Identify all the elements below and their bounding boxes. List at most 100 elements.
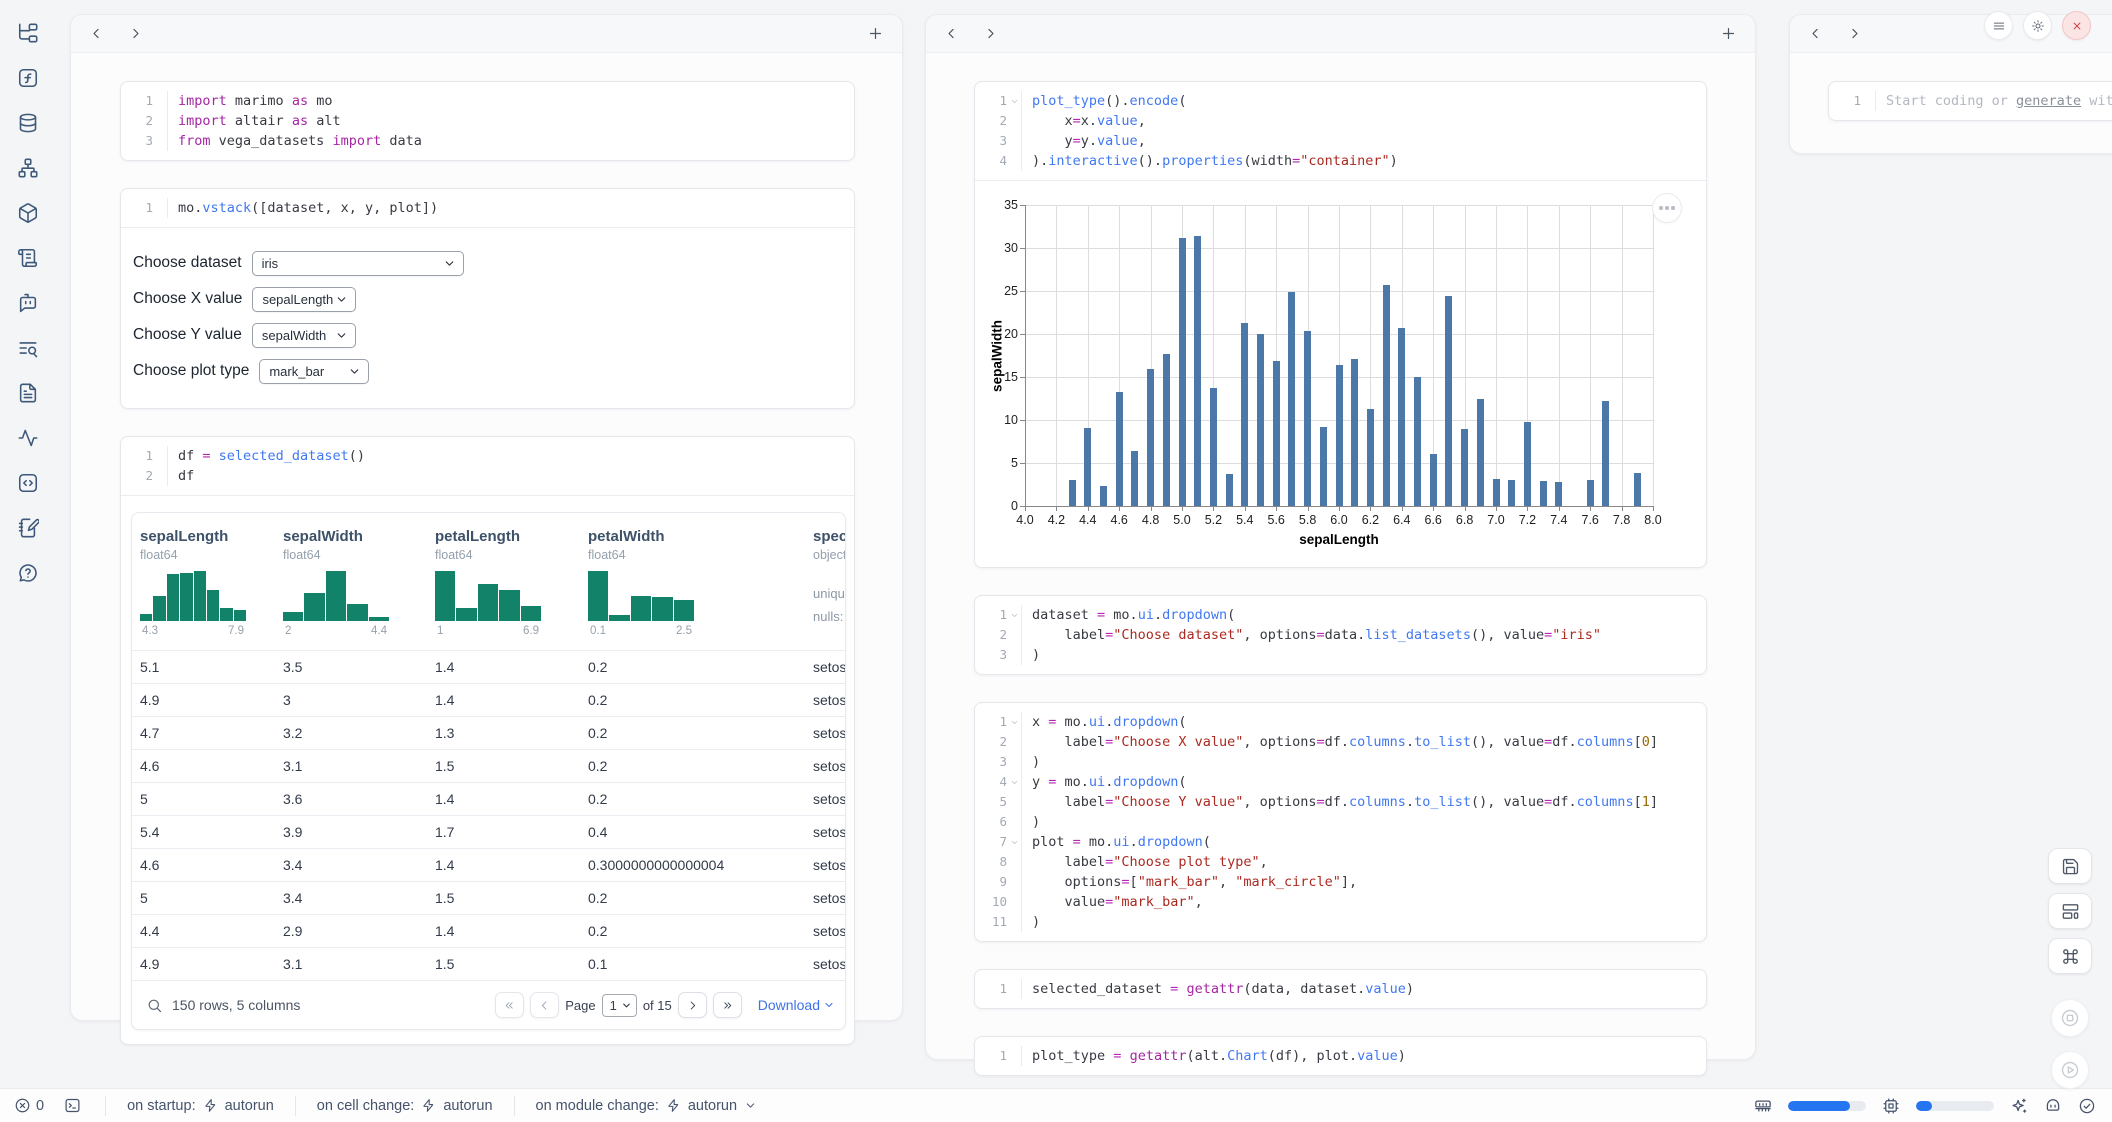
scroll-log-icon[interactable]	[17, 247, 39, 269]
layout-button[interactable]	[2048, 893, 2092, 929]
fold-chevron-icon[interactable]	[1007, 712, 1021, 732]
dropdown-value: iris	[262, 256, 279, 271]
code-editor[interactable]: 1dataset = mo.ui.dropdown(2 label="Choos…	[975, 596, 1706, 674]
add-column-icon[interactable]	[867, 25, 884, 42]
code-editor[interactable]: 1import marimo as mo2import altair as al…	[121, 82, 854, 160]
list-search-icon[interactable]	[17, 337, 39, 359]
bot-chat-icon[interactable]	[17, 292, 39, 314]
code-token: dropdown	[1113, 714, 1178, 730]
line-number: 2	[983, 111, 1007, 131]
notebook-cell[interactable]: 1plot_type = getattr(alt.Chart(df), plot…	[974, 1036, 1707, 1076]
command-palette-button[interactable]	[2048, 938, 2092, 974]
page-select[interactable]: 1	[602, 994, 637, 1017]
table-row[interactable]: 4.73.21.30.2setosa	[132, 716, 845, 749]
chat-help-icon[interactable]	[17, 562, 39, 584]
fold-chevron-icon[interactable]	[1007, 832, 1021, 852]
column-header-species[interactable]: speciesobjectunique:nulls:	[813, 528, 846, 637]
next-page-button[interactable]	[678, 992, 707, 1018]
scroll-right-icon[interactable]	[128, 26, 143, 41]
dropdown-value: sepalWidth	[262, 328, 326, 343]
table-row[interactable]: 53.61.40.2setosa	[132, 782, 845, 815]
chevron-down-icon	[348, 365, 361, 378]
terminal-icon[interactable]	[64, 1097, 81, 1114]
stop-button[interactable]	[2051, 999, 2089, 1037]
table-row[interactable]: 53.41.50.2setosa	[132, 881, 845, 914]
scroll-left-icon[interactable]	[89, 26, 104, 41]
settings-gear-icon[interactable]	[2023, 11, 2052, 40]
activity-icon[interactable]	[17, 427, 39, 449]
add-column-icon[interactable]	[1720, 25, 1737, 42]
menu-icon[interactable]	[1984, 11, 2013, 40]
ai-sparkles-icon[interactable]	[2010, 1097, 2028, 1115]
generate-link[interactable]: generate	[2016, 93, 2081, 109]
code-snippets-icon[interactable]	[17, 472, 39, 494]
code-editor[interactable]: 1x = mo.ui.dropdown(2 label="Choose X va…	[975, 703, 1706, 941]
notebook-cell[interactable]: 1df = selected_dataset()2df sepalLengthfl…	[120, 436, 855, 1045]
cpu-icon[interactable]	[1882, 1097, 1900, 1115]
kernel-status-icon[interactable]	[2078, 1097, 2096, 1115]
code-token: =	[1317, 794, 1325, 810]
column-header-petalLength[interactable]: petalLengthfloat6416.9	[435, 528, 588, 637]
database-icon[interactable]	[17, 112, 39, 134]
notebook-cell[interactable]: 1dataset = mo.ui.dropdown(2 label="Choos…	[974, 595, 1707, 675]
code-editor[interactable]: 1df = selected_dataset()2df	[121, 437, 854, 495]
runtime-config-2[interactable]: on cell change:autorun	[296, 1098, 514, 1114]
chart-menu-icon[interactable]	[1652, 193, 1682, 223]
dropdown-select[interactable]: sepalWidth	[252, 323, 356, 348]
code-editor[interactable]: 1plot_type().encode(2 x=x.value,3 y=y.va…	[975, 82, 1706, 180]
memory-icon[interactable]	[1754, 1097, 1772, 1115]
fold-chevron-icon[interactable]	[1007, 605, 1021, 625]
column-header-sepalWidth[interactable]: sepalWidthfloat6424.4	[283, 528, 435, 637]
search-icon[interactable]	[146, 997, 163, 1014]
package-icon[interactable]	[17, 202, 39, 224]
dropdown-select[interactable]: iris	[252, 251, 464, 276]
notebook-cell[interactable]: 1plot_type().encode(2 x=x.value,3 y=y.va…	[974, 81, 1707, 568]
fold-chevron-icon[interactable]	[1007, 772, 1021, 792]
scroll-right-icon[interactable]	[1847, 26, 1862, 41]
table-row[interactable]: 5.13.51.40.2setosa	[132, 650, 845, 683]
error-indicator[interactable]: 0	[14, 1097, 44, 1114]
notebook-pen-icon[interactable]	[17, 517, 39, 539]
scroll-right-icon[interactable]	[983, 26, 998, 41]
table-row[interactable]: 4.93.11.50.1setosa	[132, 947, 845, 980]
dropdown-select[interactable]: sepalLength	[252, 287, 356, 312]
dependency-graph-icon[interactable]	[17, 157, 39, 179]
fold-chevron-icon[interactable]	[1007, 91, 1021, 111]
column-header-petalWidth[interactable]: petalWidthfloat640.12.5	[588, 528, 813, 637]
code-token: (	[1178, 774, 1186, 790]
prev-page-button[interactable]	[530, 992, 559, 1018]
first-page-button[interactable]	[495, 992, 524, 1018]
close-icon[interactable]	[2062, 11, 2091, 40]
runtime-config-1[interactable]: on startup:autorun	[106, 1098, 295, 1114]
column-header-sepalLength[interactable]: sepalLengthfloat644.37.9	[140, 528, 283, 637]
notebook-cell[interactable]: 1x = mo.ui.dropdown(2 label="Choose X va…	[974, 702, 1707, 942]
table-row[interactable]: 4.931.40.2setosa	[132, 683, 845, 716]
code-editor[interactable]: 1mo.vstack([dataset, x, y, plot])	[121, 189, 854, 227]
dropdown-select[interactable]: mark_bar	[259, 359, 369, 384]
empty-code-editor[interactable]: 1Start coding or generate with	[1829, 82, 2112, 120]
save-button[interactable]	[2048, 848, 2092, 884]
copilot-icon[interactable]	[2044, 1097, 2062, 1115]
scroll-left-icon[interactable]	[1808, 26, 1823, 41]
code-editor[interactable]: 1plot_type = getattr(alt.Chart(df), plot…	[975, 1037, 1706, 1075]
code-editor[interactable]: 1selected_dataset = getattr(data, datase…	[975, 970, 1706, 1008]
table-row[interactable]: 4.63.11.50.2setosa	[132, 749, 845, 782]
table-row[interactable]: 4.63.41.40.3000000000000004setosa	[132, 848, 845, 881]
notebook-cell[interactable]: 1mo.vstack([dataset, x, y, plot])Choose …	[120, 188, 855, 409]
bar	[1241, 323, 1248, 506]
download-button[interactable]: Download	[758, 997, 835, 1013]
last-page-button[interactable]	[713, 992, 742, 1018]
table-row[interactable]: 5.43.91.70.4setosa	[132, 815, 845, 848]
file-tree-icon[interactable]	[17, 22, 39, 44]
notebook-cell[interactable]: 1Start coding or generate with	[1828, 81, 2112, 121]
run-button[interactable]	[2051, 1051, 2089, 1089]
scroll-left-icon[interactable]	[944, 26, 959, 41]
runtime-config-3[interactable]: on module change:autorun	[515, 1098, 779, 1114]
file-text-icon[interactable]	[17, 382, 39, 404]
table-row[interactable]: 4.42.91.40.2setosa	[132, 914, 845, 947]
altair-bar-chart[interactable]: 4.04.24.44.64.85.05.25.45.65.86.06.26.46…	[989, 191, 1692, 553]
function-square-icon[interactable]	[17, 67, 39, 89]
notebook-cell[interactable]: 1selected_dataset = getattr(data, datase…	[974, 969, 1707, 1009]
bar	[1602, 401, 1609, 506]
notebook-cell[interactable]: 1import marimo as mo2import altair as al…	[120, 81, 855, 161]
